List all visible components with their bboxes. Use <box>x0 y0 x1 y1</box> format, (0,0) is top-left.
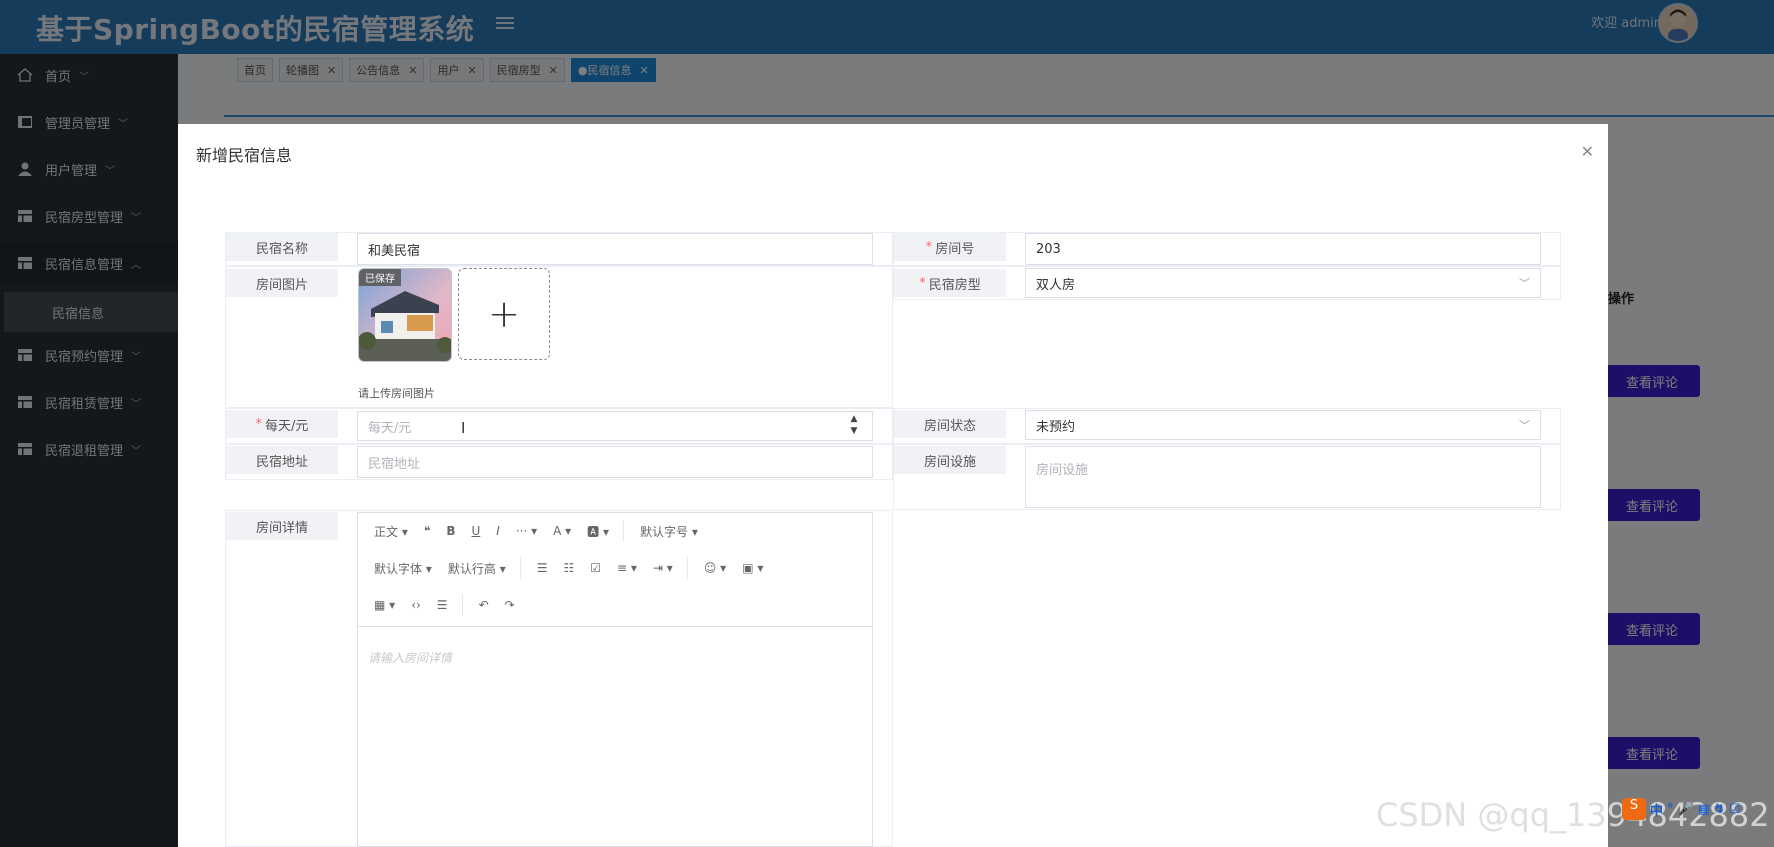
ime-item[interactable]: ↯ <box>1714 802 1725 817</box>
align-icon[interactable]: ≡ ▾ <box>617 561 637 575</box>
rich-text-editor: 正文 ▾ ❝ B U I ··· ▾ A ▾ 🅰 ▾ 默认字号 ▾ 默认字体 ▾… <box>357 512 873 847</box>
details-label: 房间详情 <box>226 512 338 540</box>
undo-icon[interactable]: ↶ <box>479 598 489 612</box>
line-height-dropdown[interactable]: 默认行高 ▾ <box>448 560 506 577</box>
name-label: 民宿名称 <box>226 233 338 261</box>
status-label: 房间状态 <box>894 410 1006 438</box>
toolbar-divider <box>686 557 688 579</box>
text-cursor-icon: I <box>461 419 466 437</box>
dialog-title: 新增民宿信息 <box>196 146 293 165</box>
toolbar-divider <box>623 520 624 542</box>
ime-item[interactable]: ▦ <box>1698 802 1710 817</box>
room-type-select[interactable]: 双人房 <box>1025 268 1541 298</box>
select-value: 双人房 <box>1036 277 1076 293</box>
toolbar-divider <box>519 557 521 579</box>
label-text: 民宿名称 <box>255 241 308 257</box>
close-icon[interactable]: ✕ <box>1581 142 1594 161</box>
facilities-textarea[interactable]: 房间设施 <box>1025 446 1541 508</box>
required-mark: * <box>925 239 933 255</box>
name-input[interactable]: 和美民宿 <box>357 233 873 265</box>
input-placeholder: 民宿地址 <box>368 456 421 472</box>
dropdown-label: 默认行高 <box>447 561 496 576</box>
ime-item[interactable]: ° <box>1667 802 1674 817</box>
font-size-dropdown[interactable]: 默认字号 ▾ <box>640 523 698 540</box>
microphone-icon[interactable]: 🎤 <box>1678 802 1694 817</box>
ime-item[interactable]: ☑ <box>1729 802 1741 817</box>
bold-icon[interactable]: B <box>446 524 455 538</box>
dropdown-label: 默认字体 <box>374 561 423 576</box>
price-label: * 每天/元 <box>226 410 338 438</box>
indent-icon[interactable]: ⇥ ▾ <box>653 561 673 575</box>
upload-hint: 请上传房间图片 <box>358 387 435 400</box>
emoji-icon[interactable]: ☺ ▾ <box>704 561 726 575</box>
add-image-button[interactable]: + <box>458 268 550 360</box>
chevron-down-icon: ﹀ <box>1519 277 1530 290</box>
room-type-label: * 民宿房型 <box>894 269 1006 297</box>
input-placeholder: 每天/元 <box>368 420 412 436</box>
textarea-placeholder: 房间设施 <box>1036 463 1089 478</box>
ime-toolbar[interactable]: S 中 ° 🎤 ▦ ↯ ☑ <box>1622 798 1741 820</box>
more-icon[interactable]: ··· ▾ <box>516 524 537 538</box>
redo-icon[interactable]: ↷ <box>505 598 515 612</box>
underline-icon[interactable]: U <box>471 524 480 538</box>
code-icon[interactable]: ‹› <box>411 598 421 612</box>
address-input[interactable]: 民宿地址 <box>357 446 873 478</box>
required-mark: * <box>919 275 926 291</box>
label-text: 房间状态 <box>923 418 976 434</box>
toolbar-divider <box>461 594 463 616</box>
font-family-dropdown[interactable]: 默认字体 ▾ <box>374 560 432 577</box>
select-value: 未预约 <box>1036 419 1076 435</box>
status-select[interactable]: 未预约 <box>1025 410 1541 440</box>
facilities-label: 房间设施 <box>894 446 1006 474</box>
room-image-label: 房间图片 <box>226 269 338 297</box>
dropdown-label: 默认字号 <box>640 524 689 539</box>
label-text: 民宿房型 <box>928 277 981 293</box>
bulleted-list-icon[interactable]: ☰ <box>537 561 548 575</box>
table-icon[interactable]: ▦ ▾ <box>374 598 395 612</box>
numbered-list-icon[interactable]: ☷ <box>563 561 574 575</box>
chevron-down-icon: ﹀ <box>1519 419 1530 432</box>
editor-toolbar-row: ▦ ▾ ‹› ☰ ↶ ↷ <box>358 587 872 623</box>
divider-icon[interactable]: ☰ <box>437 598 448 612</box>
editor-toolbar-row: 正文 ▾ ❝ B U I ··· ▾ A ▾ 🅰 ▾ 默认字号 ▾ <box>358 513 872 549</box>
editor-placeholder: 请输入房间详情 <box>368 651 453 665</box>
dropdown-label: 正文 <box>374 524 399 539</box>
paragraph-dropdown[interactable]: 正文 ▾ <box>374 523 408 540</box>
label-text: 房间图片 <box>255 277 308 293</box>
uploaded-room-image[interactable]: 已保存 <box>358 268 452 362</box>
room-no-label: * 房间号 <box>894 233 1006 261</box>
address-label: 民宿地址 <box>226 446 338 474</box>
ime-item[interactable]: 中 <box>1650 800 1663 819</box>
italic-icon[interactable]: I <box>496 524 500 538</box>
number-stepper[interactable]: ▲ ▼ <box>848 413 860 439</box>
image-icon[interactable]: ▣ ▾ <box>742 561 763 575</box>
font-color-icon[interactable]: A ▾ <box>553 524 571 538</box>
quote-icon[interactable]: ❝ <box>424 524 430 538</box>
label-text: 房间设施 <box>923 454 976 470</box>
room-no-input[interactable]: 203 <box>1025 233 1541 265</box>
editor-toolbar-row: 默认字体 ▾ 默认行高 ▾ ☰ ☷ ☑ ≡ ▾ ⇥ ▾ ☺ ▾ ▣ ▾ <box>358 550 872 586</box>
label-text: 房间详情 <box>255 520 308 536</box>
price-input[interactable]: 每天/元 <box>357 411 873 441</box>
ime-logo-icon: S <box>1622 798 1646 820</box>
todo-icon[interactable]: ☑ <box>590 561 601 575</box>
label-text: 民宿地址 <box>255 454 308 470</box>
label-text: 房间号 <box>935 241 975 257</box>
background-color-icon[interactable]: 🅰 ▾ <box>587 523 609 540</box>
editor-content-area[interactable]: 请输入房间详情 <box>358 626 872 847</box>
required-mark: * <box>255 416 263 432</box>
label-text: 每天/元 <box>265 418 309 434</box>
uploaded-tag: 已保存 <box>359 269 401 286</box>
